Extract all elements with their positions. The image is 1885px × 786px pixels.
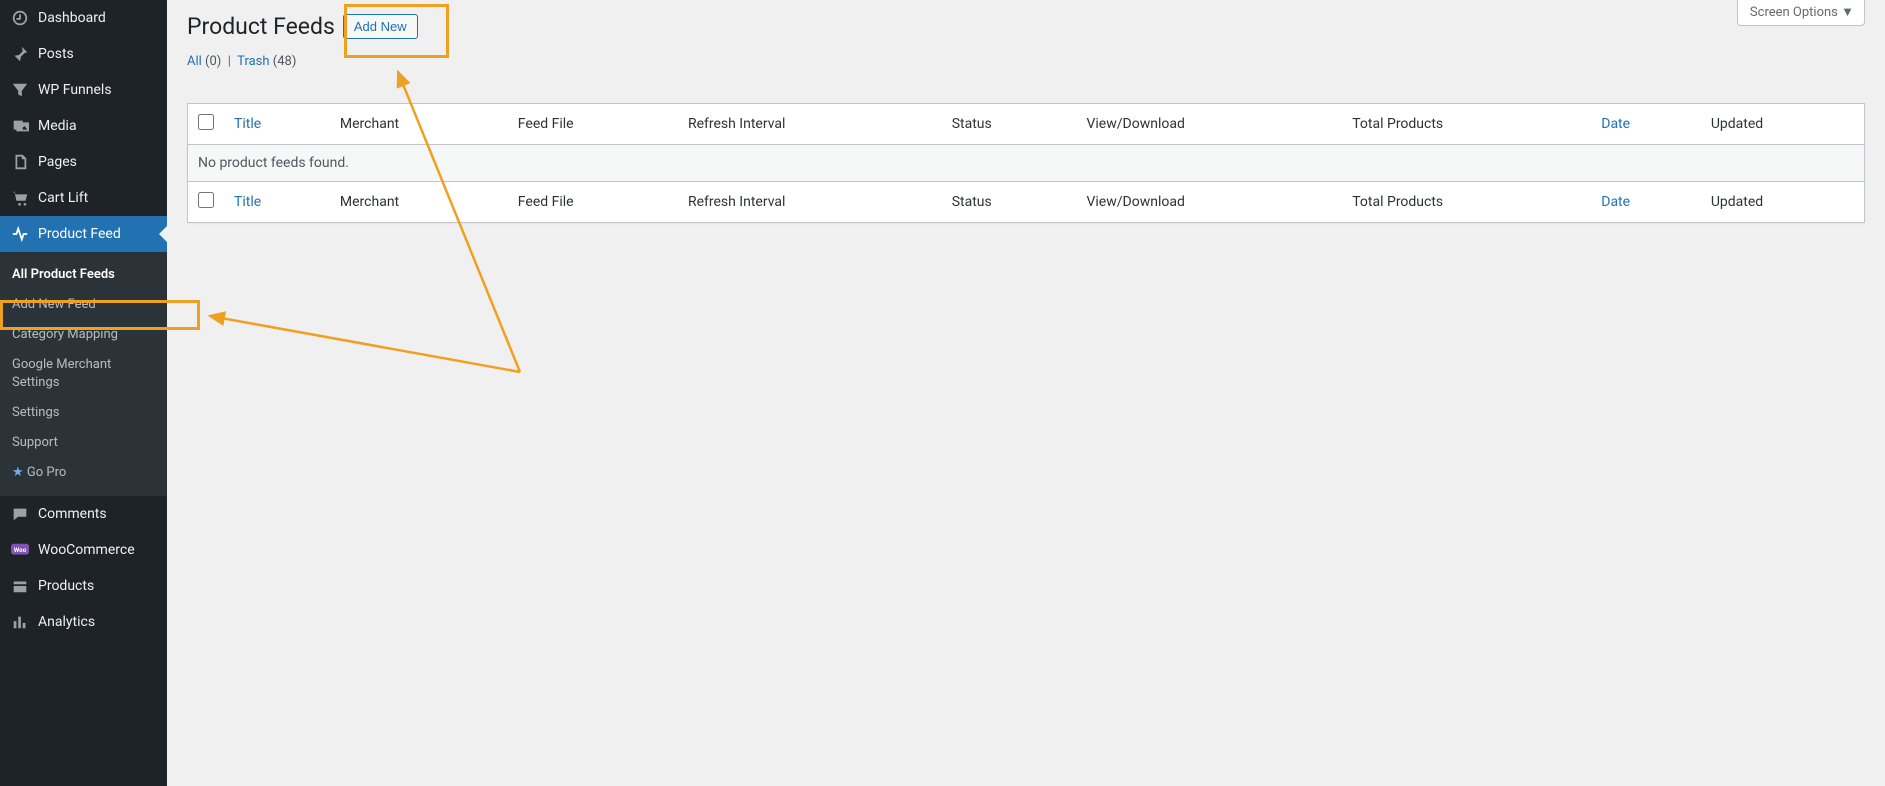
sidebar-item-label: Comments	[38, 505, 107, 523]
sidebar-item-cartlift[interactable]: Cart Lift	[0, 180, 167, 216]
col-merchant: Merchant	[330, 103, 508, 144]
col-feed-file-foot: Feed File	[508, 181, 678, 222]
sidebar-item-label: Cart Lift	[38, 189, 88, 207]
svg-text:Woo: Woo	[14, 546, 27, 554]
sidebar-item-posts[interactable]: Posts	[0, 36, 167, 72]
comment-icon	[10, 504, 30, 524]
col-view-download-foot: View/Download	[1076, 181, 1342, 222]
submenu-go-pro[interactable]: ★ Go Pro	[0, 458, 167, 488]
dashboard-icon	[10, 8, 30, 28]
sidebar-item-label: Analytics	[38, 613, 95, 631]
col-merchant-foot: Merchant	[330, 181, 508, 222]
sidebar-item-comments[interactable]: Comments	[0, 496, 167, 532]
col-updated-foot: Updated	[1701, 181, 1865, 222]
submenu-settings[interactable]: Settings	[0, 398, 167, 428]
sidebar-item-label: Media	[38, 117, 77, 135]
feeds-table: Title Merchant Feed File Refresh Interva…	[187, 103, 1865, 223]
media-icon	[10, 116, 30, 136]
screen-options-label: Screen Options	[1750, 5, 1838, 20]
pulse-icon	[10, 224, 30, 244]
col-date[interactable]: Date	[1591, 103, 1701, 144]
main-content: Screen Options ▼ Product Feeds Add New A…	[167, 0, 1885, 786]
select-all-checkbox-bottom[interactable]	[198, 192, 214, 208]
sidebar-item-label: Dashboard	[38, 9, 106, 27]
col-view-download: View/Download	[1076, 103, 1342, 144]
sidebar-item-label: Products	[38, 577, 94, 595]
col-updated: Updated	[1701, 103, 1865, 144]
woo-icon: Woo	[10, 540, 30, 560]
submenu-all-product-feeds[interactable]: All Product Feeds	[0, 260, 167, 290]
filter-separator: |	[225, 54, 238, 69]
submenu-category-mapping[interactable]: Category Mapping	[0, 320, 167, 350]
col-title[interactable]: Title	[224, 103, 330, 144]
col-date-foot[interactable]: Date	[1591, 181, 1701, 222]
sidebar-item-productfeed[interactable]: Product Feed	[0, 216, 167, 252]
col-refresh-interval-foot: Refresh Interval	[678, 181, 942, 222]
sidebar-item-pages[interactable]: Pages	[0, 144, 167, 180]
table-footer-row: Title Merchant Feed File Refresh Interva…	[188, 181, 1865, 222]
col-refresh-interval: Refresh Interval	[678, 103, 942, 144]
submenu-support[interactable]: Support	[0, 428, 167, 458]
sidebar-item-label: WooCommerce	[38, 541, 135, 559]
submenu-add-new-feed[interactable]: Add New Feed	[0, 290, 167, 320]
add-new-button[interactable]: Add New	[343, 14, 418, 39]
table-empty-message: No product feeds found.	[188, 144, 1865, 181]
sidebar-item-label: WP Funnels	[38, 81, 112, 99]
col-total-products: Total Products	[1342, 103, 1591, 144]
sidebar-item-label: Posts	[38, 45, 74, 63]
analytics-icon	[10, 612, 30, 632]
caret-down-icon: ▼	[1841, 5, 1854, 20]
star-icon: ★	[12, 465, 24, 480]
sidebar-submenu: All Product Feeds Add New Feed Category …	[0, 252, 167, 496]
sidebar-item-label: Product Feed	[38, 225, 121, 243]
sidebar-item-dashboard[interactable]: Dashboard	[0, 0, 167, 36]
sidebar-item-media[interactable]: Media	[0, 108, 167, 144]
filter-all-count: (0)	[205, 54, 221, 69]
table-empty-row: No product feeds found.	[188, 144, 1865, 181]
funnel-icon	[10, 80, 30, 100]
table-header-row: Title Merchant Feed File Refresh Interva…	[188, 103, 1865, 144]
admin-sidebar: Dashboard Posts WP Funnels Media Pages C…	[0, 0, 167, 786]
page-title: Product Feeds	[187, 12, 335, 42]
filter-all-link[interactable]: All	[187, 54, 202, 69]
filter-trash-count: (48)	[273, 54, 297, 69]
col-status-foot: Status	[942, 181, 1077, 222]
pages-icon	[10, 152, 30, 172]
pin-icon	[10, 44, 30, 64]
sidebar-item-woocommerce[interactable]: Woo WooCommerce	[0, 532, 167, 568]
page-header: Product Feeds Add New	[187, 0, 1865, 42]
filter-links: All (0) | Trash (48)	[187, 54, 1865, 69]
sidebar-item-analytics[interactable]: Analytics	[0, 604, 167, 640]
products-icon	[10, 576, 30, 596]
col-title-foot[interactable]: Title	[224, 181, 330, 222]
submenu-label: Go Pro	[27, 465, 66, 480]
sidebar-item-label: Pages	[38, 153, 77, 171]
cart-icon	[10, 188, 30, 208]
sidebar-item-wpfunnels[interactable]: WP Funnels	[0, 72, 167, 108]
screen-options-button[interactable]: Screen Options ▼	[1737, 0, 1865, 26]
col-feed-file: Feed File	[508, 103, 678, 144]
col-status: Status	[942, 103, 1077, 144]
col-total-products-foot: Total Products	[1342, 181, 1591, 222]
sidebar-item-products[interactable]: Products	[0, 568, 167, 604]
filter-trash-link[interactable]: Trash	[237, 54, 269, 69]
submenu-google-merchant-settings[interactable]: Google Merchant Settings	[0, 350, 167, 398]
select-all-checkbox-top[interactable]	[198, 114, 214, 130]
